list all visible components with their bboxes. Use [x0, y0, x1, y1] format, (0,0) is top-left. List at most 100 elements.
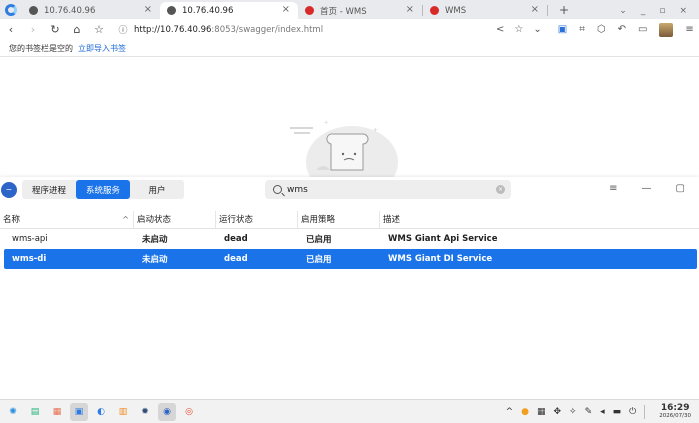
undo-icon[interactable]: ↶	[618, 24, 626, 35]
browser-toolbar: ‹ › ↻ ⌂ ☆ ⓘ http://10.76.40.96:8053/swag…	[0, 19, 699, 40]
bookmarks-empty-text: 您的书签栏是空的	[9, 43, 73, 53]
app-store-icon[interactable]: ▣	[70, 402, 88, 421]
url-host: http://10.76.40.96	[134, 24, 212, 35]
menu-icon[interactable]: ≡	[609, 183, 617, 194]
new-tab-button[interactable]: +	[554, 2, 574, 19]
close-tab-icon[interactable]: ×	[144, 4, 152, 15]
column-header-name[interactable]: 名称 ^	[0, 210, 134, 229]
menu-icon[interactable]: ≡	[685, 24, 693, 35]
svg-text:+: +	[324, 120, 328, 126]
globe-icon	[167, 6, 176, 15]
keyboard-icon[interactable]: ▦	[537, 407, 546, 417]
settings-gear-icon[interactable]: ✹	[136, 403, 154, 421]
url-path: :8053/swagger/index.html	[211, 24, 324, 35]
minimize-icon[interactable]: _	[641, 6, 646, 16]
maximize-icon[interactable]: ▢	[676, 183, 685, 194]
taskbar: ✺ ▤ ▦ ▣ ◐ ▥ ✹ ◉ ◎ ^ ● ▦ ✥ ✧ ✎ ◂ ▬ ⏻ 16:2…	[0, 399, 699, 423]
start-status: 未启动	[142, 255, 168, 265]
start-status: 未启动	[142, 235, 168, 245]
forward-arrow-icon[interactable]: ›	[22, 23, 44, 36]
service-name: wms-api	[12, 234, 48, 244]
bookmarks-bar: 您的书签栏是空的 立即导入书签	[0, 40, 699, 57]
clock-date: 2026/07/30	[659, 412, 691, 419]
bookmark-star-icon[interactable]: ☆	[88, 23, 110, 36]
column-header-run-status[interactable]: 运行状态	[216, 210, 298, 229]
clock[interactable]: 16:29 2026/07/30	[659, 403, 691, 420]
info-icon[interactable]: ⓘ	[116, 23, 130, 37]
launcher-icon[interactable]: ✺	[4, 403, 22, 421]
app-window-controls: ≡ — ▢	[609, 183, 685, 194]
web-page-content: + +	[0, 58, 699, 177]
wms-favicon-icon	[430, 6, 439, 15]
tab-users[interactable]: 用户	[130, 180, 184, 199]
browser-logo-icon	[0, 0, 22, 19]
tab-services[interactable]: 系统服务	[76, 180, 130, 199]
crop-icon[interactable]: ⌗	[579, 24, 585, 35]
sidebar-icon[interactable]: ▭	[638, 24, 647, 35]
run-status: dead	[224, 234, 248, 244]
policy: 已启用	[306, 255, 332, 265]
close-tab-icon[interactable]: ×	[282, 4, 290, 15]
system-monitor-taskbar-icon[interactable]: ◉	[158, 402, 176, 421]
minimize-icon[interactable]: —	[642, 183, 652, 194]
input-method-icon[interactable]: ✥	[553, 407, 561, 417]
browser-taskbar-icon[interactable]: ◐	[92, 403, 110, 421]
browser-tab-3[interactable]: 首页 - WMS ×	[298, 2, 422, 19]
dropdown-icon[interactable]: ⌄	[533, 24, 541, 35]
table-row-selected[interactable]: wms-di 未启动 dead 已启用 WMS Giant DI Service	[4, 249, 697, 269]
wms-favicon-icon	[305, 6, 314, 15]
description: WMS Giant Api Service	[388, 234, 498, 244]
app-icon-orange[interactable]: ▥	[114, 403, 132, 421]
system-tray: ^ ● ▦ ✥ ✧ ✎ ◂ ▬ ⏻ 16:29 2026/07/30	[506, 403, 699, 420]
table-header: 名称 ^ 启动状态 运行状态 启用策略 描述	[0, 210, 699, 229]
chrome-icon[interactable]: ◎	[180, 403, 198, 421]
back-arrow-icon[interactable]: ‹	[0, 23, 22, 36]
browser-tab-bar: 10.76.40.96 × 10.76.40.96 × 首页 - WMS × W…	[0, 0, 699, 19]
star-icon[interactable]: ☆	[514, 24, 523, 35]
browser-tab-1[interactable]: 10.76.40.96 ×	[22, 2, 160, 19]
column-header-policy[interactable]: 启用策略	[298, 210, 380, 229]
services-table: 名称 ^ 启动状态 运行状态 启用策略 描述 wms-api 未启动 dead …	[0, 210, 699, 269]
home-icon[interactable]: ⌂	[66, 23, 88, 36]
import-bookmarks-link[interactable]: 立即导入书签	[78, 43, 126, 54]
bluetooth-icon[interactable]: ✧	[569, 407, 577, 417]
app-tabs: 程序进程 系统服务 用户	[22, 180, 184, 199]
tab-title: 10.76.40.96	[182, 5, 234, 16]
close-tab-icon[interactable]: ×	[531, 4, 539, 15]
system-monitor-logo-icon: ~	[1, 181, 17, 198]
reload-icon[interactable]: ↻	[44, 23, 66, 36]
search-icon	[273, 185, 282, 194]
power-icon[interactable]: ⏻	[629, 407, 636, 417]
avatar[interactable]	[659, 22, 674, 37]
address-bar[interactable]: ⓘ http://10.76.40.96:8053/swagger/index.…	[116, 21, 484, 38]
close-tab-icon[interactable]: ×	[406, 4, 414, 15]
share-icon[interactable]: <	[496, 24, 504, 35]
puzzle-icon[interactable]: ⬡	[597, 24, 606, 35]
maximize-icon[interactable]: ▫	[659, 6, 665, 16]
search-input[interactable]: wms ×	[265, 180, 511, 199]
extension-icon[interactable]: ▣	[558, 24, 567, 35]
sort-ascending-icon: ^	[122, 214, 129, 224]
clear-search-icon[interactable]: ×	[496, 185, 505, 194]
tab-title: 首页 - WMS	[320, 6, 367, 17]
tray-expand-icon[interactable]: ^	[506, 407, 514, 417]
tab-title: WMS	[445, 5, 467, 16]
close-window-icon[interactable]: ×	[679, 6, 687, 16]
browser-tab-4[interactable]: WMS ×	[423, 2, 547, 19]
volume-icon[interactable]: ◂	[600, 407, 605, 417]
tab-processes[interactable]: 程序进程	[22, 180, 76, 199]
column-header-description[interactable]: 描述	[380, 211, 699, 229]
tray-app-icon[interactable]: ●	[521, 407, 529, 417]
table-row[interactable]: wms-api 未启动 dead 已启用 WMS Giant Api Servi…	[4, 229, 697, 249]
system-monitor-window: ~ 程序进程 系统服务 用户 wms × ≡ — ▢ 名称 ^ 启动状态 运行状…	[0, 177, 699, 399]
empty-state-illustration: + +	[290, 120, 398, 177]
network-icon[interactable]: ▬	[613, 407, 622, 417]
multitask-icon[interactable]: ▤	[26, 403, 44, 421]
edit-pen-icon[interactable]: ✎	[585, 407, 593, 417]
column-header-start-status[interactable]: 启动状态	[134, 210, 216, 229]
file-manager-icon[interactable]: ▦	[48, 403, 66, 421]
search-value: wms	[287, 184, 308, 195]
tab-list-icon[interactable]: ⌄	[619, 6, 627, 16]
browser-tab-2[interactable]: 10.76.40.96 ×	[160, 2, 298, 19]
window-controls: ⌄ _ ▫ ×	[619, 2, 699, 19]
